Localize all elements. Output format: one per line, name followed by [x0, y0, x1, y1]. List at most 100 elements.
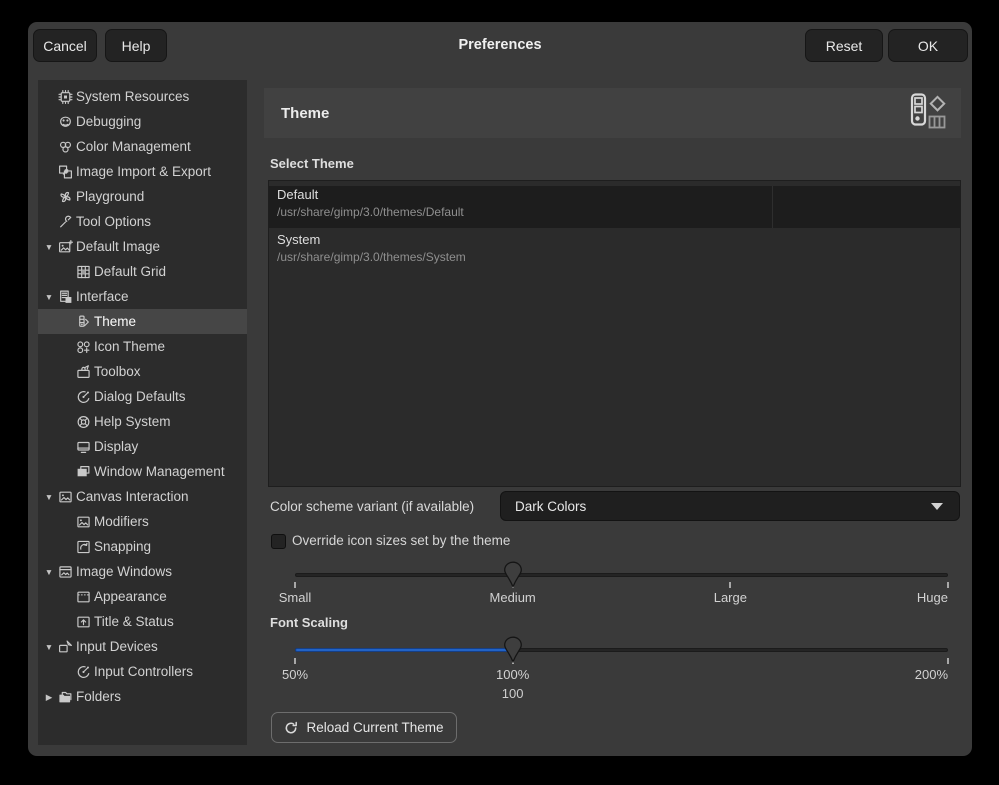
color-management-icon [58, 139, 73, 154]
page-title: Theme [281, 105, 329, 122]
snapping-icon [76, 539, 91, 554]
window-title: Preferences [228, 29, 772, 62]
theme-path: /usr/share/gimp/3.0/themes/System [277, 249, 960, 266]
theme-swatches-icon [905, 91, 949, 135]
icon-size-slider-track[interactable] [295, 573, 948, 577]
icon-theme-icon [76, 339, 91, 354]
sidebar-item-modifiers[interactable]: Modifiers [38, 509, 247, 534]
sidebar-item-label: Input Controllers [94, 664, 193, 679]
sidebar-item-label: Window Management [94, 464, 225, 479]
icon-size-slider-handle[interactable] [502, 561, 524, 588]
modifiers-icon [76, 514, 91, 529]
sidebar-item-label: Display [94, 439, 138, 454]
theme-row-system[interactable]: System/usr/share/gimp/3.0/themes/System [269, 231, 960, 273]
folders-icon [58, 689, 73, 704]
canvas-interaction-icon [58, 489, 73, 504]
expander-down-icon[interactable]: ▼ [43, 641, 55, 653]
sidebar-item-playground[interactable]: Playground [38, 184, 247, 209]
sidebar-item-color-management[interactable]: Color Management [38, 134, 247, 159]
sidebar-item-image-import-export[interactable]: Image Import & Export [38, 159, 247, 184]
icon-size-slider-label-huge: Huge [917, 590, 948, 605]
sidebar-item-input-controllers[interactable]: Input Controllers [38, 659, 247, 684]
cancel-button[interactable]: Cancel [33, 29, 97, 62]
expander-down-icon[interactable]: ▼ [43, 291, 55, 303]
sidebar-item-label: Theme [94, 314, 136, 329]
sidebar-item-label: Folders [76, 689, 121, 704]
sidebar-item-image-windows[interactable]: ▼Image Windows [38, 559, 247, 584]
font-scaling-slider-tick [947, 658, 949, 664]
font-scaling-slider-label-50: 50% [282, 667, 308, 682]
sidebar-item-tool-options[interactable]: Tool Options [38, 209, 247, 234]
expander-down-icon[interactable]: ▼ [43, 241, 55, 253]
sidebar-item-dialog-defaults[interactable]: Dialog Defaults [38, 384, 247, 409]
override-icon-sizes-label: Override icon sizes set by the theme [292, 533, 510, 548]
reset-button[interactable]: Reset [805, 29, 883, 62]
sidebar-item-toolbox[interactable]: Toolbox [38, 359, 247, 384]
sidebar-item-default-image[interactable]: ▼ Default Image [38, 234, 247, 259]
sidebar-item-label: Playground [76, 189, 144, 204]
sidebar-item-label: Appearance [94, 589, 167, 604]
icon-size-slider-tick [729, 582, 731, 588]
sidebar-item-system-resources[interactable]: System Resources [38, 84, 247, 109]
screen: Cancel Help Preferences Reset OK System … [0, 0, 999, 785]
sidebar-item-theme[interactable]: Theme [38, 309, 247, 334]
sidebar-item-appearance[interactable]: Appearance [38, 584, 247, 609]
font-scaling-slider-value: 100 [502, 686, 524, 701]
font-scaling-slider-handle[interactable] [502, 636, 524, 663]
expander-right-icon[interactable]: ▶ [43, 691, 55, 703]
sidebar-item-folders[interactable]: ▶ Folders [38, 684, 247, 709]
sidebar-item-icon-theme[interactable]: Icon Theme [38, 334, 247, 359]
color-scheme-dropdown[interactable]: Dark Colors [500, 491, 960, 521]
sidebar-item-input-devices[interactable]: ▼ Input Devices [38, 634, 247, 659]
sidebar-item-label: Title & Status [94, 614, 174, 629]
sidebar-item-interface[interactable]: ▼ Interface [38, 284, 247, 309]
sidebar-item-window-management[interactable]: Window Management [38, 459, 247, 484]
sidebar-item-display[interactable]: Display [38, 434, 247, 459]
sidebar-item-canvas-interaction[interactable]: ▼ Canvas Interaction [38, 484, 247, 509]
icon-size-slider-label-large: Large [714, 590, 747, 605]
help-system-icon [76, 414, 91, 429]
sidebar-item-label: Default Grid [94, 264, 166, 279]
sidebar-item-title-status[interactable]: Title & Status [38, 609, 247, 634]
tool-options-icon [58, 214, 73, 229]
font-scaling-slider-tick [294, 658, 296, 664]
theme-list[interactable]: Default/usr/share/gimp/3.0/themes/Defaul… [268, 180, 961, 487]
icon-size-slider: SmallMediumLargeHuge [264, 558, 961, 622]
theme-row-default[interactable]: Default/usr/share/gimp/3.0/themes/Defaul… [269, 186, 960, 228]
sidebar-item-label: System Resources [76, 89, 189, 104]
sidebar-item-label: Default Image [76, 239, 160, 254]
color-scheme-label: Color scheme variant (if available) [270, 499, 474, 514]
title-status-icon [76, 614, 91, 629]
sidebar-item-label: Interface [76, 289, 129, 304]
override-icon-sizes-checkbox[interactable] [271, 534, 286, 549]
expander-down-icon[interactable]: ▼ [43, 491, 55, 503]
reload-current-theme-button[interactable]: Reload Current Theme [271, 712, 457, 743]
debugging-icon [58, 114, 73, 129]
grid-icon [76, 264, 91, 279]
font-scaling-slider-label-100: 100% [496, 667, 529, 682]
icon-size-slider-tick [294, 582, 296, 588]
sidebar-item-snapping[interactable]: Snapping [38, 534, 247, 559]
sidebar: System Resources Debugging Color Managemen… [38, 80, 247, 745]
ok-button[interactable]: OK [888, 29, 968, 62]
page-header: Theme [264, 88, 961, 138]
sidebar-item-help-system[interactable]: Help System [38, 409, 247, 434]
refresh-icon [284, 721, 298, 735]
expander-down-icon[interactable]: ▼ [43, 566, 55, 578]
sidebar-item-debugging[interactable]: Debugging [38, 109, 247, 134]
input-devices-icon [58, 639, 73, 654]
sidebar-item-label: Input Devices [76, 639, 158, 654]
help-button[interactable]: Help [105, 29, 167, 62]
appearance-icon [76, 589, 91, 604]
system-resources-icon [58, 89, 73, 104]
sidebar-item-label: Debugging [76, 114, 141, 129]
icon-size-slider-label-medium: Medium [490, 590, 536, 605]
font-scaling-label: Font Scaling [270, 615, 348, 630]
dialog-defaults-icon [76, 389, 91, 404]
sidebar-item-label: Toolbox [94, 364, 141, 379]
sidebar-item-label: Dialog Defaults [94, 389, 186, 404]
chevron-down-icon [931, 503, 943, 510]
sidebar-item-default-grid[interactable]: Default Grid [38, 259, 247, 284]
sidebar-item-label: Help System [94, 414, 171, 429]
sidebar-item-label: Canvas Interaction [76, 489, 189, 504]
